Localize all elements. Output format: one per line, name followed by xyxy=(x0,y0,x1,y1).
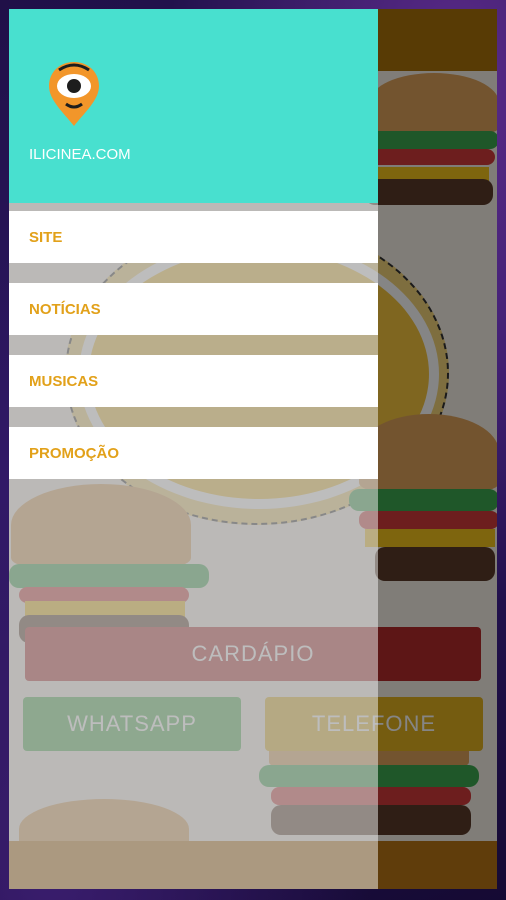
drawer-header: ILICINEA.COM xyxy=(9,9,378,203)
menu-item-promocao[interactable]: PROMOÇÃO xyxy=(9,427,378,479)
app-screen: CARDÁPIO WHATSAPP TELEFONE ILICINEA.COM … xyxy=(9,9,497,889)
navigation-drawer: ILICINEA.COM SITE NOTÍCIAS MUSICAS PROMO… xyxy=(9,9,378,889)
menu-item-noticias[interactable]: NOTÍCIAS xyxy=(9,283,378,335)
drawer-site-name: ILICINEA.COM xyxy=(29,146,131,163)
menu-item-site[interactable]: SITE xyxy=(9,211,378,263)
location-pin-eye-icon xyxy=(45,60,103,128)
menu-item-musicas[interactable]: MUSICAS xyxy=(9,355,378,407)
